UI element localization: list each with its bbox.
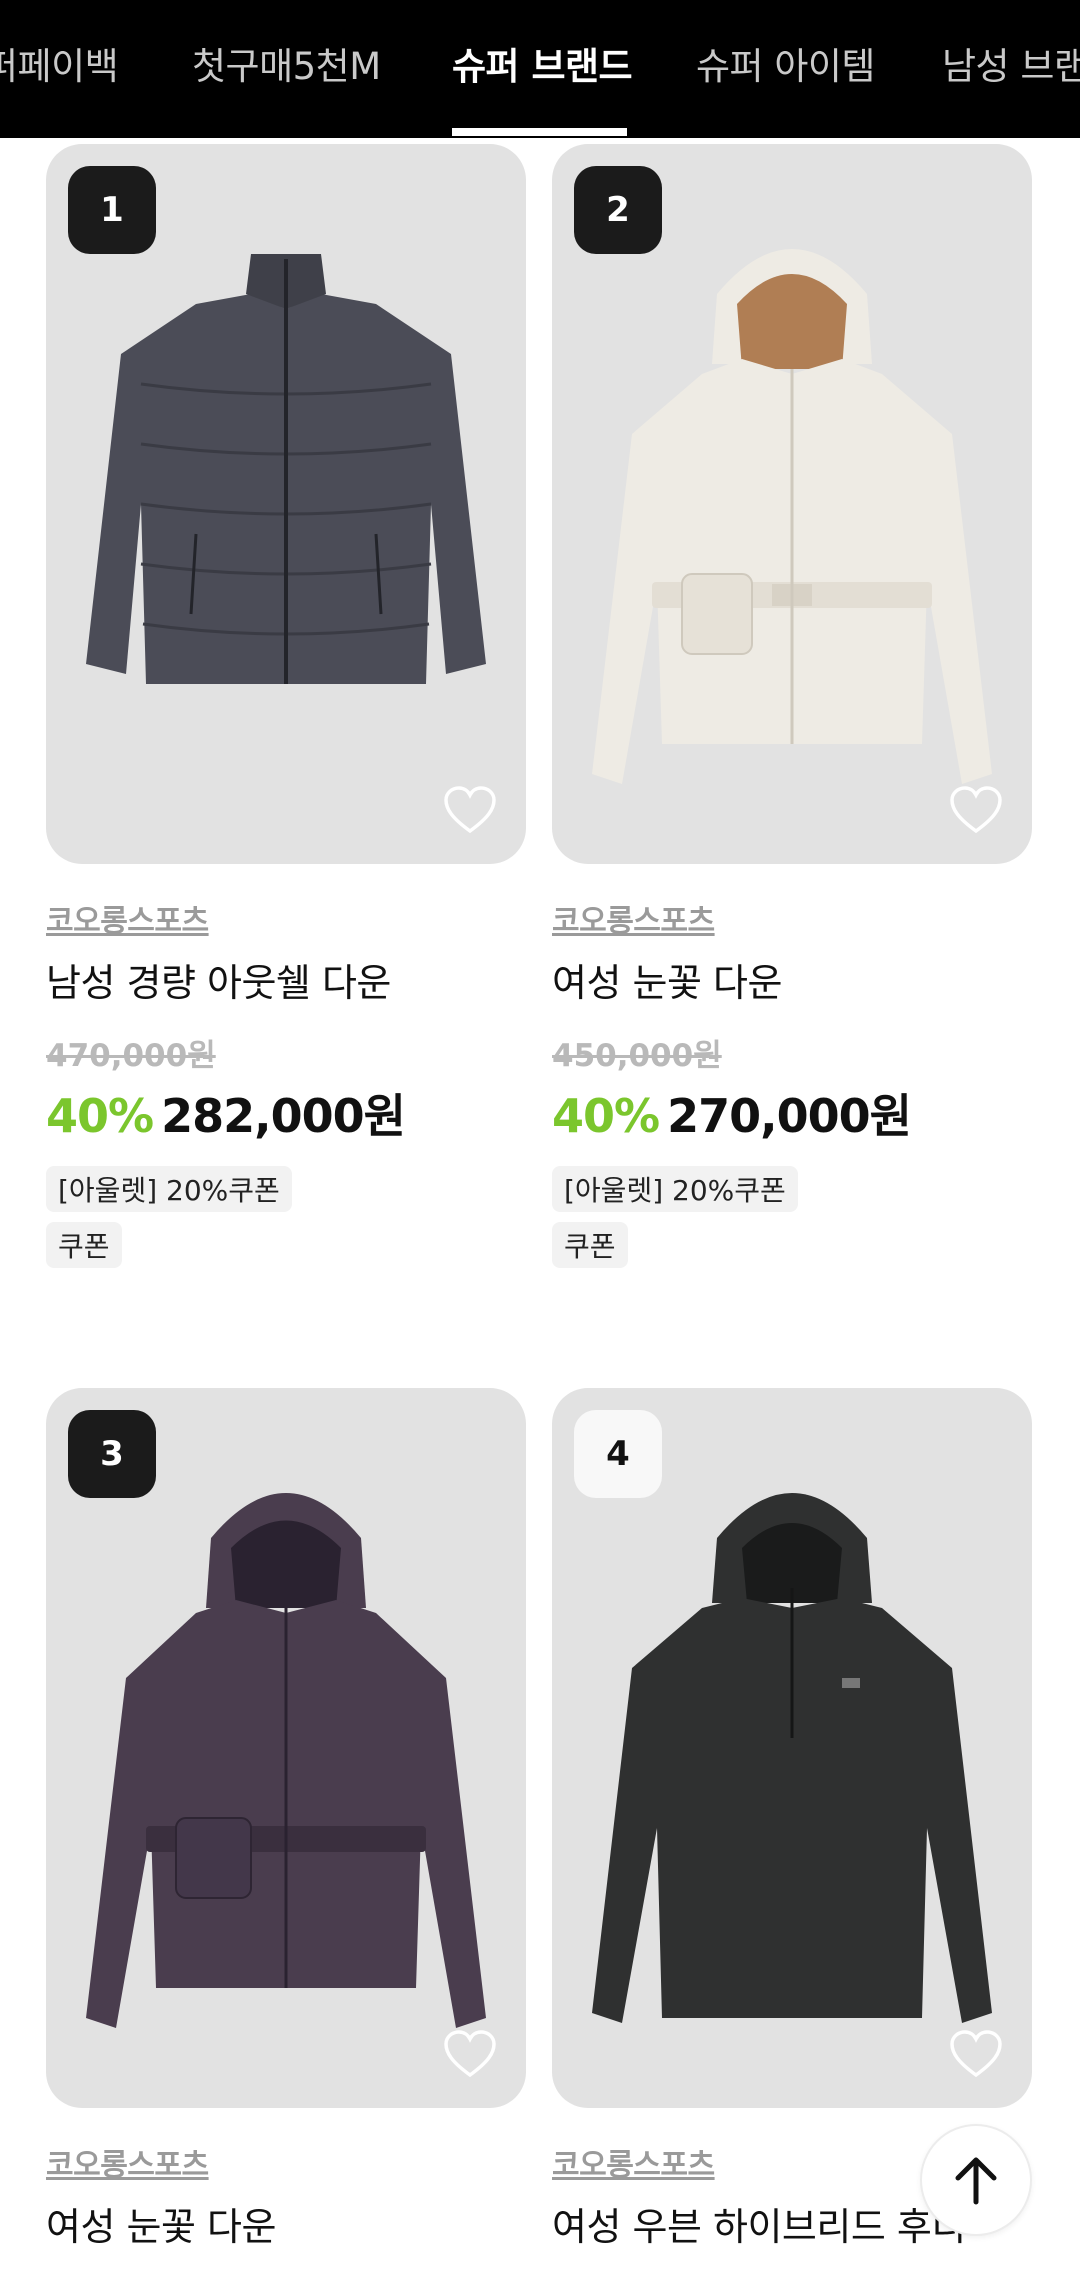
original-price: 450,000원	[552, 1038, 722, 1074]
product-name[interactable]: 남성 경량 아웃쉘 다운	[46, 952, 391, 1007]
heart-icon[interactable]	[442, 784, 498, 836]
coupon-tag: 쿠폰	[46, 1222, 122, 1268]
brand-name[interactable]: 코오롱스포츠	[46, 896, 209, 940]
product-image[interactable]: 3	[46, 1388, 526, 2108]
product-card[interactable]: 2 코오롱스포츠 여성 눈꽃 다운 450,000원 40% 270,000원 […	[552, 144, 1032, 1274]
brand-name[interactable]: 코오롱스포츠	[552, 896, 715, 940]
tab-men-brand[interactable]: 남성 브랜	[942, 36, 1080, 90]
brand-name[interactable]: 코오롱스포츠	[46, 2140, 209, 2184]
tab-payback[interactable]: 퍼페이백	[0, 36, 119, 90]
heart-icon[interactable]	[948, 2028, 1004, 2080]
product-card[interactable]: 1 코오롱스포츠 남성 경량 아웃쉘 다운 470,000원 40% 282,00…	[46, 144, 526, 1274]
coupon-tag: [아울렛] 20%쿠폰	[46, 1166, 292, 1212]
rank-badge: 3	[68, 1410, 156, 1498]
product-image[interactable]: 2	[552, 144, 1032, 864]
coupon-tag: 쿠폰	[552, 1222, 628, 1268]
rank-badge: 1	[68, 166, 156, 254]
arrow-up-icon	[955, 2157, 997, 2205]
price-line: 40% 270,000원	[552, 1080, 912, 1146]
discount-rate: 40%	[46, 1089, 154, 1143]
heart-icon[interactable]	[442, 2028, 498, 2080]
product-name[interactable]: 여성 우븐 하이브리드 후디	[552, 2196, 966, 2251]
product-name[interactable]: 여성 눈꽃 다운	[46, 2196, 276, 2251]
rank-badge: 4	[574, 1410, 662, 1498]
tab-super-item[interactable]: 슈퍼 아이템	[696, 36, 875, 90]
price-line: 40% 282,000원	[46, 1080, 406, 1146]
tab-first-purchase[interactable]: 첫구매5천M	[192, 36, 381, 90]
discount-rate: 40%	[552, 1089, 660, 1143]
product-image[interactable]: 4	[552, 1388, 1032, 2108]
heart-icon[interactable]	[948, 784, 1004, 836]
product-name[interactable]: 여성 눈꽃 다운	[552, 952, 782, 1007]
category-tab-bar: 퍼페이백 첫구매5천M 슈퍼 브랜드 슈퍼 아이템 남성 브랜	[0, 0, 1080, 138]
active-tab-indicator	[452, 128, 627, 136]
brand-name[interactable]: 코오롱스포츠	[552, 2140, 715, 2184]
scroll-to-top-button[interactable]	[920, 2124, 1032, 2236]
original-price: 470,000원	[46, 1038, 216, 1074]
sale-price: 282,000원	[161, 1089, 406, 1143]
coupon-tag: [아울렛] 20%쿠폰	[552, 1166, 798, 1212]
rank-badge: 2	[574, 166, 662, 254]
product-image[interactable]: 1	[46, 144, 526, 864]
product-card[interactable]: 3 코오롱스포츠 여성 눈꽃 다운	[46, 1388, 526, 2278]
tab-super-brand[interactable]: 슈퍼 브랜드	[452, 36, 633, 90]
sale-price: 270,000원	[667, 1089, 912, 1143]
